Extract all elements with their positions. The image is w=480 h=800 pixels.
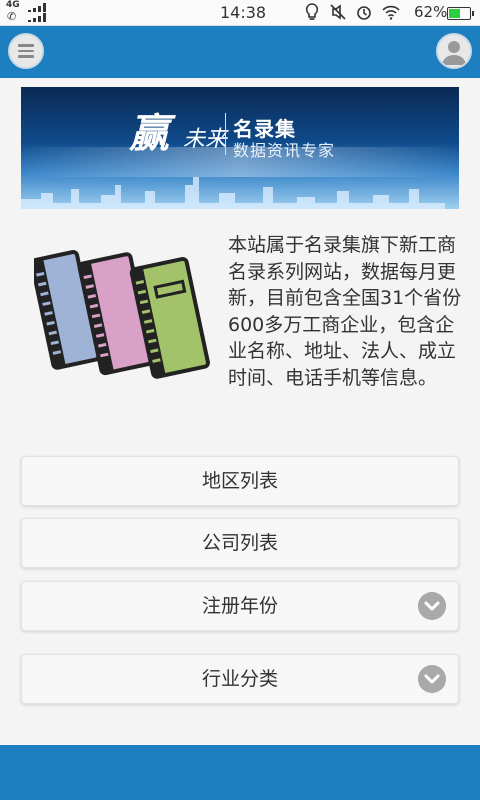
- intro-paragraph: 本站属于名录集旗下新工商名录系列网站，数据每月更新，目前包含全国31个省份600…: [228, 234, 462, 389]
- network-type: 4G: [6, 0, 20, 10]
- battery-percent: 62%: [414, 3, 448, 21]
- status-bar: 4G ✆ 14:38 62%: [0, 0, 480, 26]
- industry-category-label: 行业分类: [201, 668, 278, 690]
- registration-year-label: 注册年份: [201, 595, 278, 617]
- intro-text: 本站属于名录集旗下新工商名录系列网站，数据每月更新，目前包含全国31个省份600…: [22, 232, 462, 400]
- user-avatar-icon: [442, 41, 466, 65]
- bulb-icon: [305, 3, 319, 20]
- region-list-label: 地区列表: [201, 470, 278, 492]
- registration-year-button[interactable]: 注册年份: [21, 581, 459, 631]
- mute-icon: [330, 4, 346, 20]
- app-footer: [0, 745, 480, 800]
- call-icon: ✆: [7, 10, 17, 23]
- menu-icon-line: [18, 44, 34, 47]
- signal-icon-secondary: [28, 13, 46, 22]
- logo-mark: 赢: [129, 110, 169, 157]
- company-list-label: 公司列表: [201, 532, 278, 554]
- brand-slogan: 数据资讯专家: [233, 141, 336, 160]
- city-skyline: [21, 177, 445, 209]
- alarm-icon: [357, 6, 371, 20]
- signal-icon: [28, 3, 46, 12]
- status-icons: [304, 3, 400, 21]
- chevron-down-icon[interactable]: [418, 665, 446, 693]
- battery-icon: [447, 7, 474, 20]
- user-button[interactable]: [436, 33, 472, 69]
- wifi-icon: [382, 5, 400, 20]
- company-list-button[interactable]: 公司列表: [21, 518, 459, 568]
- region-list-button[interactable]: 地区列表: [21, 456, 459, 506]
- chevron-down-icon[interactable]: [418, 592, 446, 620]
- battery-fill: [449, 9, 461, 18]
- menu-button[interactable]: [8, 33, 44, 69]
- menu-icon-line: [18, 55, 34, 58]
- industry-category-button[interactable]: 行业分类: [21, 654, 459, 704]
- clock: 14:38: [220, 3, 267, 22]
- app-header: [0, 26, 480, 78]
- signal-area: 4G ✆: [6, 0, 50, 23]
- logo-subtext: 未来: [183, 127, 228, 152]
- menu-icon-line: [18, 49, 34, 53]
- banner: 赢 未来 名录集 数据资讯专家: [21, 87, 459, 209]
